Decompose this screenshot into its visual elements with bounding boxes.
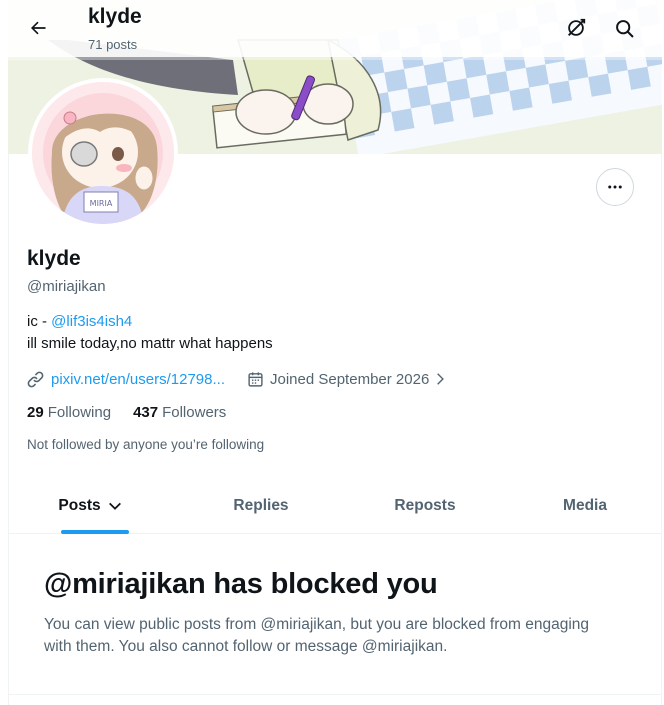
joined-date[interactable]: Joined September 2026 [247, 371, 447, 388]
search-icon [615, 19, 633, 37]
chevron-right-icon [437, 373, 445, 385]
search-button[interactable] [608, 12, 640, 44]
translate-button[interactable] [560, 12, 592, 44]
arrow-left-icon [31, 21, 46, 35]
tab-posts[interactable]: Posts [9, 478, 172, 534]
following-label: Following [47, 404, 112, 421]
blocked-message: You can view public posts from @miriajik… [44, 616, 590, 655]
blocked-title: @miriajikan has blocked you [44, 568, 438, 600]
bio-line-2: ill smile today,no mattr what happens [27, 335, 273, 352]
profile-tabs: Posts Replies Reposts Media [9, 478, 661, 534]
avatar[interactable]: MIRIA [28, 78, 178, 228]
header-post-count: 71 posts [88, 37, 138, 52]
bio-prefix: ic - [27, 313, 52, 330]
divider [9, 694, 661, 695]
profile-name: klyde [27, 247, 81, 270]
followers-label: Followers [162, 404, 227, 421]
following-count: 29 [27, 404, 44, 421]
avatar-badge-text: MIRIA [90, 199, 113, 208]
tab-posts-label: Posts [58, 497, 101, 514]
tab-media[interactable]: Media [500, 478, 664, 534]
calendar-icon [248, 371, 263, 387]
follow-stats: 29 Following 437 Followers [27, 404, 226, 421]
website-link[interactable]: pixiv.net/en/users/12798... [51, 371, 225, 388]
following-link[interactable]: 29 Following [27, 404, 111, 421]
followers-count: 437 [133, 404, 159, 421]
not-followed-note: Not followed by anyone you’re following [27, 437, 265, 452]
tab-reposts[interactable]: Reposts [350, 478, 500, 534]
avatar-image: MIRIA [32, 82, 174, 224]
profile-meta: pixiv.net/en/users/12798... Joined Septe… [26, 368, 447, 390]
followers-link[interactable]: 437 Followers [133, 404, 226, 421]
no-sync-icon [568, 18, 586, 36]
tab-media-label: Media [563, 497, 607, 514]
more-options-button[interactable] [596, 168, 634, 206]
joined-label: Joined September 2026 [270, 370, 430, 388]
header-title: klyde [88, 5, 142, 28]
tab-replies-label: Replies [233, 497, 289, 514]
back-button[interactable] [22, 12, 54, 44]
profile-handle: @miriajikan [27, 278, 106, 295]
link-icon [27, 371, 44, 387]
bio-mention-link[interactable]: @lif3is4ish4 [51, 313, 132, 330]
bio-line-1: ic - @lif3is4ish4 [27, 313, 132, 330]
top-bar: klyde 71 posts [8, 0, 662, 57]
tab-reposts-label: Reposts [394, 497, 456, 514]
chevron-down-icon [108, 502, 121, 510]
tab-replies[interactable]: Replies [172, 478, 350, 534]
more-horizontal-icon [608, 185, 622, 189]
active-tab-indicator [61, 530, 129, 534]
